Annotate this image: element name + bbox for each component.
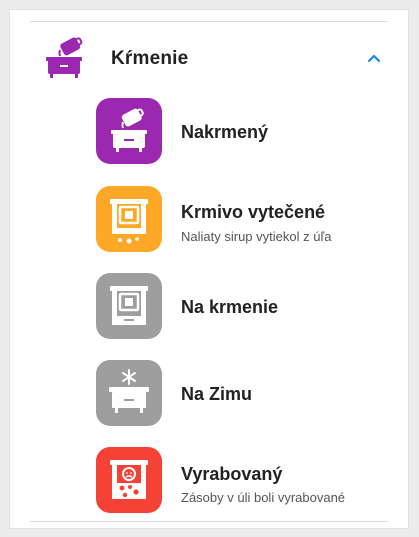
feeding-panel: Kŕmenie Nakrmený Krmivo vytečené Naliaty… [9, 9, 409, 529]
item-subtitle: Zásoby v úli boli vyrabované [181, 490, 346, 505]
list-item-feeder-leak[interactable]: Krmivo vytečené Naliaty sirup vytiekol z… [10, 186, 408, 256]
divider [30, 21, 388, 22]
item-title: Nakrmený [181, 122, 269, 142]
robbed-hive-icon [96, 447, 162, 513]
feeder-hive-icon [96, 273, 162, 339]
divider [30, 521, 388, 522]
feeding-hive-icon [46, 36, 86, 80]
feeder-leak-icon [96, 186, 162, 252]
fed-hive-icon [96, 98, 162, 164]
list-item-winter[interactable]: Na Zimu [10, 360, 408, 430]
chevron-up-icon[interactable] [366, 51, 382, 63]
item-title: Krmivo vytečené [181, 202, 326, 222]
item-title: Na Zimu [181, 384, 253, 404]
list-item-robbed[interactable]: Vyrabovaný Zásoby v úli boli vyrabované [10, 447, 408, 517]
list-item-fed[interactable]: Nakrmený [10, 98, 408, 168]
list-item-to-feed[interactable]: Na krmenie [10, 273, 408, 343]
section-header-feeding[interactable]: Kŕmenie [10, 34, 408, 86]
item-title: Na krmenie [181, 297, 279, 317]
winter-hive-icon [96, 360, 162, 426]
item-title: Vyrabovaný [181, 464, 283, 484]
item-subtitle: Naliaty sirup vytiekol z úľa [181, 229, 332, 244]
section-title: Kŕmenie [111, 48, 189, 69]
